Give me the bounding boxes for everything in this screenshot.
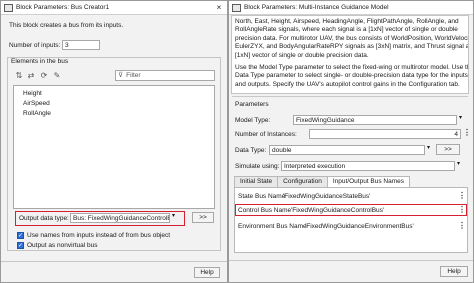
tab-initial-state[interactable]: Initial State: [234, 176, 279, 187]
elements-group-label: Elements in the bus: [10, 58, 70, 65]
parameters-divider: [232, 96, 468, 97]
filter-field[interactable]: ⊽ Filter: [115, 70, 215, 81]
use-names-label: Use names from inputs instead of from bu…: [27, 232, 171, 239]
output-type-select[interactable]: Bus: FixedWingGuidanceControlBus: [70, 213, 170, 223]
right-footer-divider: [229, 260, 473, 261]
num-instances-label: Number of Instances:: [235, 131, 297, 138]
output-type-more-button[interactable]: >>: [192, 212, 214, 223]
model-type-select[interactable]: FixedWingGuidance: [293, 115, 457, 125]
left-title-bar: Block Parameters: Bus Creator1 ×: [1, 1, 227, 15]
block-icon: [232, 3, 241, 12]
data-type-select[interactable]: double: [269, 145, 425, 155]
num-instances-field[interactable]: 4: [309, 129, 461, 139]
parameters-heading: Parameters: [235, 101, 269, 108]
environment-bus-label: Environment Bus Name: [238, 223, 307, 230]
use-names-checkbox[interactable]: ✓ Use names from inputs instead of from …: [17, 232, 170, 239]
environment-bus-value[interactable]: 'FixedWingGuidanceEnvironmentBus': [305, 223, 414, 230]
description-line: precision data. For multirotor UAV, the …: [235, 34, 469, 42]
refresh-icon[interactable]: ⟳: [39, 70, 49, 80]
filter-icon: ⊽: [118, 72, 124, 79]
more-options-icon[interactable]: ⋮: [458, 221, 466, 230]
description-line: Data Type parameter to select single- or…: [235, 72, 468, 80]
dropdown-arrow-icon[interactable]: ▾: [459, 114, 462, 121]
right-title-bar: Block Parameters: Multi-Instance Guidanc…: [229, 1, 473, 15]
left-arrows-icon[interactable]: ⇅: [14, 70, 24, 80]
left-help-button[interactable]: Help: [194, 267, 220, 278]
description-line: RollAngleRate signals, where each signal…: [235, 26, 458, 34]
elements-list[interactable]: Height AirSpeed RollAngle: [13, 85, 215, 209]
dropdown-arrow-icon[interactable]: ▾: [427, 144, 430, 151]
right-arrows-icon[interactable]: ⇄: [26, 70, 36, 80]
description-line: and outputs. Specify the UAV's autopilot…: [235, 80, 460, 88]
bus-creator-dialog: Block Parameters: Bus Creator1 × This bl…: [0, 0, 228, 283]
close-icon[interactable]: ×: [214, 3, 224, 12]
list-item[interactable]: Height: [14, 89, 214, 99]
simulate-using-select[interactable]: Interpreted execution: [281, 161, 455, 171]
output-nonvirtual-label: Output as nonvirtual bus: [27, 242, 98, 249]
list-item[interactable]: RollAngle: [14, 109, 214, 119]
description-line: [1xN] vector of single or double precisi…: [235, 51, 369, 59]
right-help-button[interactable]: Help: [440, 266, 468, 277]
description-line: EulerZYX, and BodyAngularRateRPY signals…: [235, 43, 469, 51]
model-type-label: Model Type:: [235, 117, 271, 124]
description-line: North, East, Height, Airspeed, HeadingAn…: [235, 18, 459, 25]
control-bus-value[interactable]: 'FixedWingGuidanceControlBus': [291, 207, 384, 214]
more-options-icon[interactable]: ⋮: [463, 128, 471, 137]
filter-placeholder: Filter: [126, 72, 141, 79]
left-footer-divider: [1, 261, 227, 262]
data-type-label: Data Type:: [235, 147, 267, 154]
num-inputs-label: Number of inputs:: [9, 42, 61, 49]
list-item[interactable]: AirSpeed: [14, 99, 214, 109]
state-bus-value[interactable]: 'FixedWingGuidanceStateBus': [283, 193, 370, 200]
num-inputs-field[interactable]: 3: [62, 40, 100, 50]
output-type-label: Output data type:: [19, 215, 69, 222]
output-nonvirtual-checkbox[interactable]: ✓ Output as nonvirtual bus: [17, 242, 97, 249]
right-dialog-title: Block Parameters: Multi-Instance Guidanc…: [244, 4, 389, 11]
description-line: Use the Model Type parameter to select t…: [235, 64, 469, 72]
checkmark-icon: ✓: [17, 232, 24, 239]
dropdown-arrow-icon[interactable]: ▾: [172, 212, 175, 219]
guidance-model-dialog: Block Parameters: Multi-Instance Guidanc…: [228, 0, 474, 283]
block-icon: [4, 3, 13, 12]
dropdown-arrow-icon[interactable]: ▾: [457, 160, 460, 167]
more-options-icon[interactable]: ⋮: [458, 191, 466, 200]
checkmark-icon: ✓: [17, 242, 24, 249]
data-type-assistant-button[interactable]: >>: [436, 144, 460, 155]
control-bus-label: Control Bus Name: [238, 207, 292, 214]
tab-configuration[interactable]: Configuration: [277, 176, 328, 187]
edit-icon[interactable]: ✎: [52, 70, 62, 80]
state-bus-label: State Bus Name: [238, 193, 286, 200]
left-dialog-title: Block Parameters: Bus Creator1: [16, 4, 110, 11]
right-description: North, East, Height, Airspeed, HeadingAn…: [231, 15, 469, 94]
simulate-using-label: Simulate using:: [235, 163, 280, 170]
more-options-icon[interactable]: ⋮: [458, 205, 466, 214]
left-description: This block creates a bus from its inputs…: [9, 22, 124, 29]
